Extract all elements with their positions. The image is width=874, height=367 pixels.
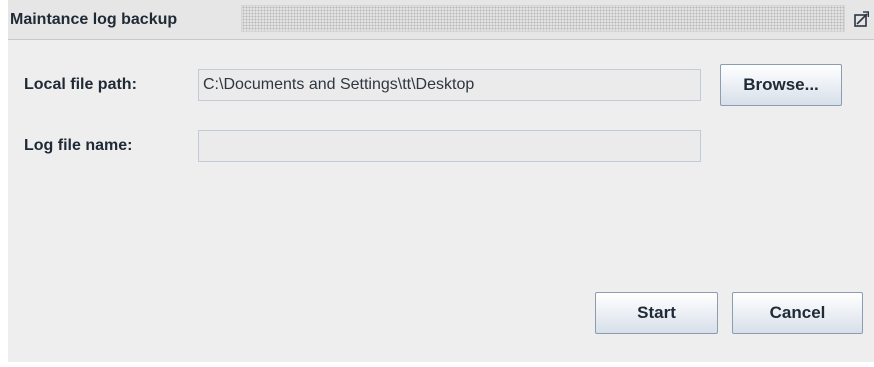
cancel-button[interactable]: Cancel [732,292,863,334]
title-bar[interactable]: Maintance log backup [8,0,874,40]
start-button[interactable]: Start [595,292,718,334]
local-file-path-label: Local file path: [24,76,137,93]
log-file-name-label: Log file name: [24,137,133,154]
log-file-name-field[interactable] [198,130,701,162]
browse-button[interactable]: Browse... [720,64,842,106]
title-bar-grip-pattern[interactable] [241,5,845,32]
local-file-path-field[interactable] [198,69,701,101]
window-title: Maintance log backup [10,10,184,30]
backup-dialog: Maintance log backup Local file path: Br… [8,0,874,362]
maximize-icon[interactable] [854,10,870,28]
